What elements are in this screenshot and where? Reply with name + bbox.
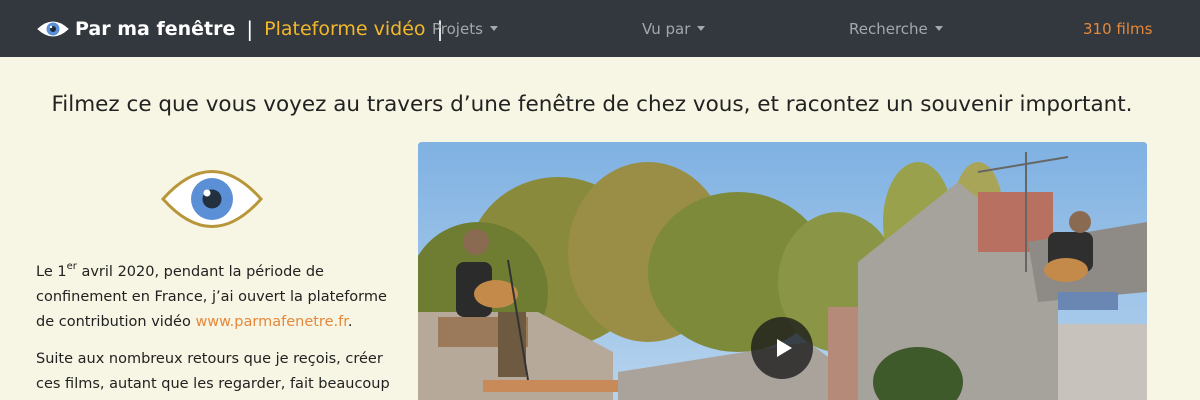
intro-p1-sup: er bbox=[66, 261, 77, 272]
brand-title: Par ma fenêtre bbox=[75, 17, 236, 40]
navbar: Par ma fenêtre | Plateforme vidéo | Proj… bbox=[0, 0, 1200, 57]
intro-p1-start: Le 1 bbox=[36, 264, 67, 280]
caret-down-icon bbox=[934, 26, 943, 31]
brand-subtitle: Plateforme vidéo bbox=[264, 17, 426, 40]
video-player[interactable] bbox=[418, 142, 1147, 400]
nav-dropdown-projets[interactable]: Projets bbox=[432, 0, 498, 57]
films-count-link[interactable]: 310 films bbox=[1083, 0, 1152, 57]
caret-down-icon bbox=[697, 26, 706, 31]
caret-down-icon bbox=[489, 26, 498, 31]
brand-link[interactable]: Par ma fenêtre | Plateforme vidéo | bbox=[37, 0, 443, 57]
brand-separator: | bbox=[246, 16, 254, 41]
play-icon bbox=[776, 339, 792, 357]
intro-paragraph-1: Le 1er avril 2020, pendant la période de… bbox=[36, 260, 396, 335]
intro-p1-end: . bbox=[347, 314, 353, 330]
eye-logo-icon bbox=[160, 170, 264, 228]
intro-paragraph-2: Suite aux nombreux retours que je reçois… bbox=[36, 351, 390, 392]
parmafenetre-link[interactable]: www.parmafenetre.fr bbox=[195, 314, 347, 330]
nav-label-recherche: Recherche bbox=[849, 19, 928, 38]
nav-label-projets: Projets bbox=[432, 19, 483, 38]
eye-icon bbox=[37, 21, 69, 36]
nav-dropdown-recherche[interactable]: Recherche bbox=[849, 0, 943, 57]
intro-text: Le 1er avril 2020, pendant la période de… bbox=[36, 260, 396, 400]
nav-label-vu-par: Vu par bbox=[642, 19, 691, 38]
play-button[interactable] bbox=[751, 317, 813, 379]
page-headline: Filmez ce que vous voyez au travers d’un… bbox=[51, 92, 1133, 117]
nav-dropdown-vu-par[interactable]: Vu par bbox=[642, 0, 706, 57]
